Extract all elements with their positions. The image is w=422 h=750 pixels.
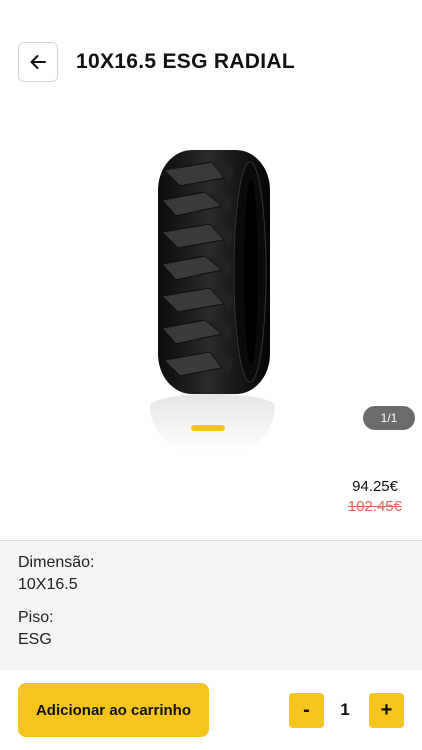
price-section: 94.25€ 102.45€ [0,454,422,540]
product-image-gallery[interactable]: 1/1 [0,108,422,454]
app-header: 10X16.5 ESG RADIAL [0,0,422,108]
decrease-quantity-button[interactable]: - [289,693,324,728]
arrow-left-icon [30,55,46,69]
back-button[interactable] [18,42,58,82]
current-price: 94.25€ [352,478,398,495]
specs-section: Dimensão: 10X16.5 Piso: ESG [0,541,422,670]
quantity-value: 1 [340,700,350,719]
spec-label-dimension: Dimensão: [18,554,95,571]
gallery-page-indicator[interactable] [191,425,225,431]
original-price: 102.45€ [347,498,402,515]
tire-reflection [150,394,275,454]
increase-quantity-button[interactable]: + [369,693,404,728]
page-title: 10X16.5 ESG RADIAL [76,50,295,73]
image-counter-badge: 1/1 [363,406,415,430]
tire-image [150,148,275,398]
spec-value-dimension: 10X16.5 [18,576,78,593]
spec-label-tread: Piso: [18,609,54,626]
add-to-cart-button[interactable]: Adicionar ao carrinho [18,683,209,737]
footer-bar: Adicionar ao carrinho - 1 + [0,670,422,750]
spec-value-tread: ESG [18,631,52,648]
